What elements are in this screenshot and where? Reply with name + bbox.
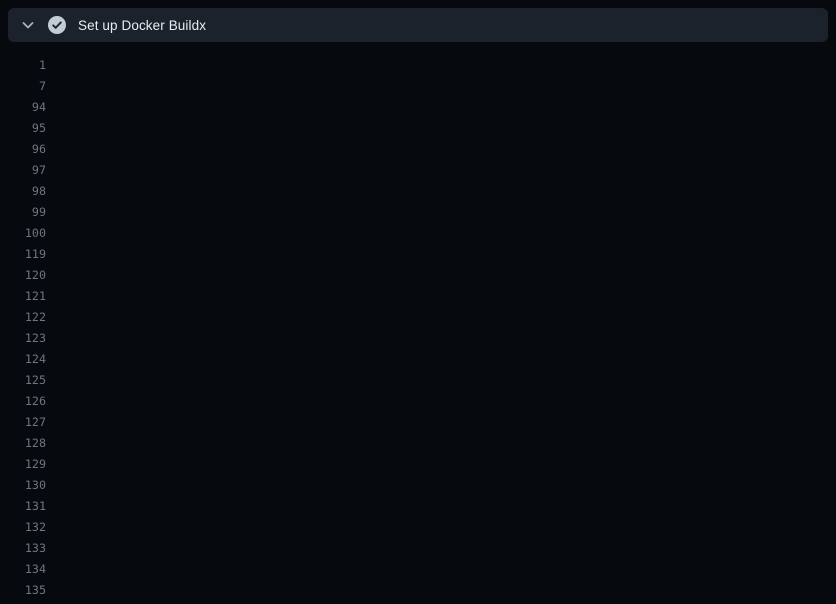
log-group-header[interactable]: ▼Inspect builder bbox=[63, 244, 226, 265]
line-number[interactable]: 126 bbox=[0, 391, 46, 412]
log-output-text: ], bbox=[63, 475, 153, 496]
log-command-text: /usr/bin/docker buildx version bbox=[63, 118, 336, 139]
line-number[interactable]: 124 bbox=[0, 349, 46, 370]
log-output-text: "status": "running", bbox=[63, 370, 308, 391]
line-number[interactable]: 119 bbox=[0, 244, 46, 265]
log-line: 124 "endpoint": "unix:///var/run/docker.… bbox=[0, 349, 836, 370]
log-line: 126 "buildkitd-flags": "--allow-insecure… bbox=[0, 391, 836, 412]
line-number[interactable]: 125 bbox=[0, 370, 46, 391]
log-group-header[interactable]: ▼BuildKit version bbox=[63, 580, 233, 601]
line-number[interactable]: 132 bbox=[0, 517, 46, 538]
log-output-text: "name": "builder-d9cfb5a1-c764-445a-a57e… bbox=[63, 328, 562, 349]
log-line: 98 /usr/bin/docker buildx create --name … bbox=[0, 181, 836, 202]
log-line: 130 ], bbox=[0, 475, 836, 496]
log-line[interactable]: 135 ▼BuildKit version bbox=[0, 580, 836, 601]
line-number[interactable]: 121 bbox=[0, 286, 46, 307]
log-group-header[interactable]: ▶Booting builder bbox=[63, 223, 226, 244]
line-number[interactable]: 7 bbox=[0, 76, 46, 97]
log-group-header[interactable]: ▶Run ./ bbox=[63, 55, 162, 76]
log-line[interactable]: 1 ▶Run ./ bbox=[0, 55, 836, 76]
line-number[interactable]: 95 bbox=[0, 118, 46, 139]
log-line: 131 "name": "builder-d9cfb5a1-c764-445a-… bbox=[0, 496, 836, 517]
line-number[interactable]: 98 bbox=[0, 181, 46, 202]
log-output-text: "buildkit": "v0.11.3", bbox=[63, 412, 322, 433]
log-line: 128 "platforms": "linux/amd64,linux/amd6… bbox=[0, 433, 836, 454]
log-output-text: "name": "builder-d9cfb5a1-c764-445a-a57e… bbox=[63, 496, 526, 517]
log-output-text: "endpoint": "unix:///var/run/docker.sock… bbox=[63, 349, 463, 370]
line-number[interactable]: 94 bbox=[0, 97, 46, 118]
line-number[interactable]: 96 bbox=[0, 139, 46, 160]
line-number[interactable]: 130 bbox=[0, 475, 46, 496]
log-line: 95 /usr/bin/docker buildx version bbox=[0, 118, 836, 139]
log-line[interactable]: 94 ▼Buildx version bbox=[0, 97, 836, 118]
log-output-text: { bbox=[63, 307, 160, 328]
log-line: 133 "lastActivity": "2023-02-25T11:58:12… bbox=[0, 538, 836, 559]
line-number[interactable]: 100 bbox=[0, 223, 46, 244]
line-number[interactable]: 134 bbox=[0, 559, 46, 580]
check-circle-icon bbox=[48, 16, 66, 34]
log-line: 127 "buildkit": "v0.11.3", bbox=[0, 412, 836, 433]
log-output-text: "platforms": "linux/amd64,linux/amd64/v2… bbox=[63, 433, 737, 454]
log-output-text: "driver": "docker-container", bbox=[63, 517, 343, 538]
log-line: 132 "driver": "docker-container", bbox=[0, 517, 836, 538]
log-group-header[interactable]: ▼Creating a new builder instance bbox=[63, 160, 338, 181]
log-line: 134 } bbox=[0, 559, 836, 580]
log-line[interactable]: 7 ▶Docker info bbox=[0, 76, 836, 97]
log-line: 121 "nodes": [ bbox=[0, 286, 836, 307]
line-number[interactable]: 129 bbox=[0, 454, 46, 475]
log-output-text: } bbox=[63, 454, 160, 475]
step-header[interactable]: Set up Docker Buildx bbox=[8, 8, 828, 42]
log-lines: 1 ▶Run ./ 7 ▶Docker info 94 ▼Buildx vers… bbox=[0, 42, 836, 604]
line-number[interactable]: 133 bbox=[0, 538, 46, 559]
log-output-text: "lastActivity": "2023-02-25T11:58:12.000… bbox=[63, 538, 435, 559]
line-number[interactable]: 97 bbox=[0, 160, 46, 181]
log-line: 120 { bbox=[0, 265, 836, 286]
log-output-text: builder-d9cfb5a1-c764-445a-a57e-0b19d2e6… bbox=[63, 202, 435, 223]
log-output-text: { bbox=[63, 265, 132, 286]
log-line[interactable]: 100 ▶Booting builder bbox=[0, 223, 836, 244]
log-line: 96 github.com/docker/buildx 0.10.3+azure… bbox=[0, 139, 836, 160]
log-command-text: /usr/bin/docker buildx create --name bui… bbox=[63, 181, 836, 202]
log-line: 99 builder-d9cfb5a1-c764-445a-a57e-0b19d… bbox=[0, 202, 836, 223]
log-line: 125 "status": "running", bbox=[0, 370, 836, 391]
step-title: Set up Docker Buildx bbox=[78, 18, 206, 33]
log-line: 122 { bbox=[0, 307, 836, 328]
log-output-text: github.com/docker/buildx 0.10.3+azure-1 … bbox=[63, 139, 688, 160]
line-number[interactable]: 135 bbox=[0, 580, 46, 601]
line-number[interactable]: 99 bbox=[0, 202, 46, 223]
line-number[interactable]: 1 bbox=[0, 55, 46, 76]
log-viewer: Set up Docker Buildx 1 ▶Run ./ 7 ▶Docker… bbox=[0, 8, 836, 604]
log-output-text: "buildkitd-flags": "--allow-insecure-ent… bbox=[63, 391, 836, 412]
line-number[interactable]: 127 bbox=[0, 412, 46, 433]
log-line[interactable]: 119 ▼Inspect builder bbox=[0, 244, 836, 265]
log-line: 129 } bbox=[0, 454, 836, 475]
log-group-header[interactable]: ▼Buildx version bbox=[63, 97, 219, 118]
chevron-down-icon[interactable] bbox=[20, 17, 36, 33]
line-number[interactable]: 128 bbox=[0, 433, 46, 454]
line-number[interactable]: 122 bbox=[0, 307, 46, 328]
log-line: 123 "name": "builder-d9cfb5a1-c764-445a-… bbox=[0, 328, 836, 349]
line-number[interactable]: 131 bbox=[0, 496, 46, 517]
log-line[interactable]: 97 ▼Creating a new builder instance bbox=[0, 160, 836, 181]
log-output-text: "nodes": [ bbox=[63, 286, 210, 307]
line-number[interactable]: 123 bbox=[0, 328, 46, 349]
log-output-text: } bbox=[63, 559, 132, 580]
line-number[interactable]: 120 bbox=[0, 265, 46, 286]
log-group-header[interactable]: ▶Docker info bbox=[63, 76, 198, 97]
